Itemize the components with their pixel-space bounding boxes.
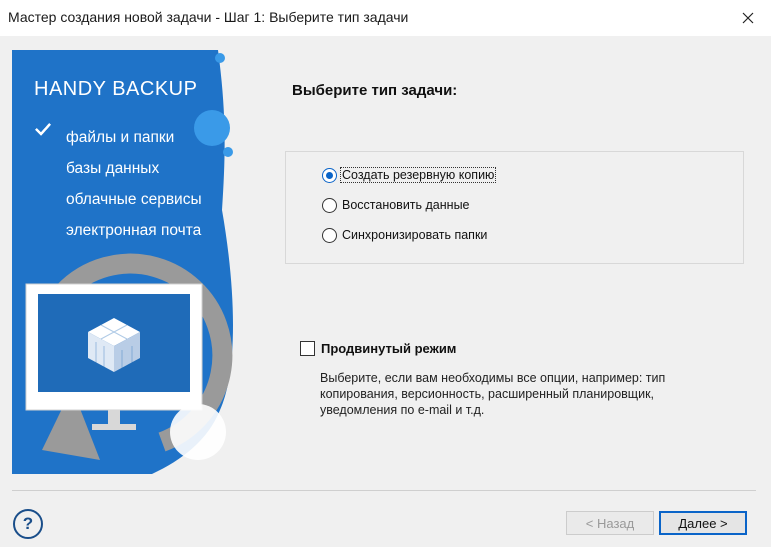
footer-divider	[12, 490, 756, 491]
radio-button[interactable]	[322, 197, 337, 213]
page-heading: Выберите тип задачи:	[292, 82, 458, 99]
wizard-body: HANDY BACKUP файлы и папки базы данных о…	[0, 36, 771, 547]
advanced-mode-description: Выберите, если вам необходимы все опции,…	[320, 371, 666, 417]
radio-label[interactable]: Восстановить данные	[341, 198, 471, 212]
feature-item: облачные сервисы	[34, 123, 202, 215]
next-button[interactable]: Далее >	[659, 511, 747, 535]
window-title: Мастер создания новой задачи - Шаг 1: Вы…	[8, 9, 409, 25]
feature-item: файлы и папки	[34, 122, 202, 153]
radio-create-backup[interactable]: Создать резервную копию	[322, 165, 497, 185]
radio-sync-folders[interactable]: Синхронизировать папки	[322, 225, 488, 245]
product-banner: HANDY BACKUP файлы и папки базы данных о…	[12, 50, 236, 474]
close-button[interactable]	[725, 0, 771, 36]
feature-label: облачные сервисы	[66, 190, 202, 208]
banner-artwork	[12, 50, 233, 474]
bubble-3	[223, 147, 233, 157]
radio-label[interactable]: Синхронизировать папки	[341, 228, 488, 242]
task-type-group: Создать резервную копию Восстановить дан…	[285, 151, 744, 264]
close-icon	[742, 12, 754, 24]
help-icon: ?	[22, 514, 34, 533]
bubble-1	[215, 53, 225, 63]
feature-label: файлы и папки	[66, 128, 175, 146]
checkbox[interactable]	[300, 341, 315, 356]
advanced-mode-label[interactable]: Продвинутый режим	[321, 341, 456, 356]
advanced-mode-checkbox[interactable]: Продвинутый режим	[300, 341, 456, 356]
help-button[interactable]: ?	[13, 509, 43, 539]
back-button[interactable]: < Назад	[566, 511, 654, 535]
feature-label: базы данных	[66, 159, 160, 177]
radio-button[interactable]	[322, 227, 337, 243]
feature-item: базы данных	[34, 123, 202, 184]
brand-name: HANDY BACKUP	[34, 78, 198, 100]
feature-list: файлы и папки базы данных облачные серви…	[34, 122, 202, 246]
radio-button[interactable]	[322, 167, 337, 183]
radio-label[interactable]: Создать резервную копию	[339, 167, 497, 183]
title-bar: Мастер создания новой задачи - Шаг 1: Вы…	[0, 0, 771, 36]
feature-item: электронная почта	[34, 123, 202, 246]
radio-restore-data[interactable]: Восстановить данные	[322, 195, 471, 215]
feature-label: электронная почта	[66, 221, 202, 239]
